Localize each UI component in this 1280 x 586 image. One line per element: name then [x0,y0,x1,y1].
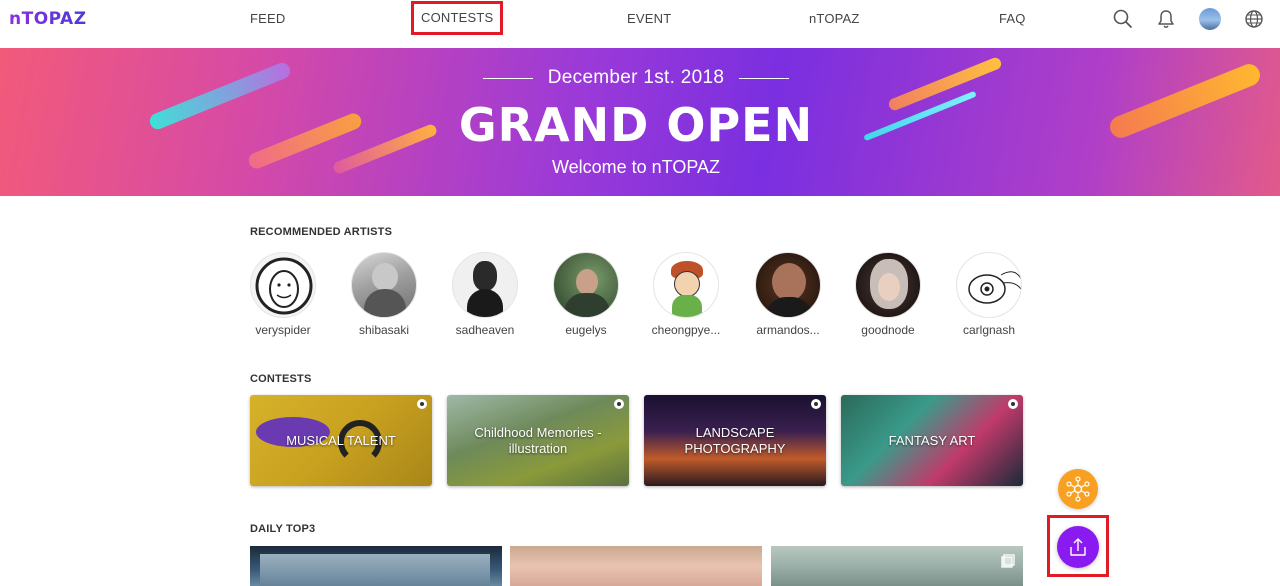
upload-button[interactable] [1057,526,1099,568]
artist-avatar [553,252,619,318]
network-button[interactable] [1058,469,1098,509]
artist-name: carlgnash [962,323,1016,337]
contests-title: CONTESTS [250,373,312,385]
daily-top3-item[interactable] [250,546,502,586]
multi-image-icon [1001,554,1015,568]
artist-item[interactable]: cheongpye... [646,252,726,337]
contest-card[interactable]: Childhood Memories - illustration [447,395,629,486]
daily-top3-item[interactable] [771,546,1023,586]
nav-faq[interactable]: FAQ [999,11,1026,26]
artist-avatar [452,252,518,318]
artist-name: sadheaven [455,323,515,337]
hero-title: GRAND OPEN [458,98,814,152]
globe-icon[interactable] [1243,8,1265,30]
nav-feed[interactable]: FEED [250,11,285,26]
bell-icon[interactable] [1155,8,1177,30]
contest-status-dot [1008,399,1018,409]
artist-item[interactable]: carlgnash [949,252,1029,337]
artist-name: goodnode [861,323,915,337]
contest-status-dot [811,399,821,409]
contest-card[interactable]: LANDSCAPE PHOTOGRAPHY [644,395,826,486]
artist-avatar [653,252,719,318]
nav-contests[interactable]: CONTESTS [410,1,504,35]
contest-label: FANTASY ART [888,432,976,448]
artist-avatar [351,252,417,318]
artist-name: cheongpye... [651,323,721,337]
hero-subtitle: Welcome to nTOPAZ [551,157,721,177]
avatar[interactable] [1199,8,1221,30]
nav-ntopaz[interactable]: nTOPAZ [809,11,860,26]
decor-line [739,78,789,79]
artist-name: veryspider [255,323,311,337]
daily-top3-item[interactable] [510,546,762,586]
contest-status-dot [417,399,427,409]
artist-item[interactable]: sadheaven [445,252,525,337]
contest-label: MUSICAL TALENT [286,432,396,448]
artist-avatar [855,252,921,318]
artist-name: eugelys [565,323,607,337]
artist-name: shibasaki [358,323,410,337]
artist-item[interactable]: armandos... [748,252,828,337]
contest-status-dot [614,399,624,409]
contest-card[interactable]: FANTASY ART [841,395,1023,486]
contest-label: LANDSCAPE PHOTOGRAPHY [684,424,786,456]
upload-icon [1070,538,1086,556]
ntopaz-logo[interactable]: nTOPAZ [9,9,87,29]
artist-name: armandos... [756,323,820,337]
artist-avatar [956,252,1022,318]
contest-card[interactable]: MUSICAL TALENT [250,395,432,486]
contest-label: Childhood Memories - illustration [474,424,602,456]
daily-top3-title: DAILY TOP3 [250,523,316,535]
recommended-artists-title: RECOMMENDED ARTISTS [250,226,393,238]
network-icon [1066,476,1090,502]
hero-banner[interactable]: December 1st. 2018 GRAND OPEN Welcome to… [0,48,1280,196]
artist-item[interactable]: eugelys [546,252,626,337]
artist-avatar [755,252,821,318]
top-navigation: nTOPAZ FEED CONTESTS EVENT nTOPAZ FAQ [0,0,1280,48]
artist-avatar [250,252,316,318]
nav-event[interactable]: EVENT [627,11,671,26]
artist-item[interactable]: goodnode [848,252,928,337]
search-icon[interactable] [1112,8,1134,30]
artist-item[interactable]: veryspider [243,252,323,337]
artist-item[interactable]: shibasaki [344,252,424,337]
hero-date: December 1st. 2018 [547,67,725,88]
